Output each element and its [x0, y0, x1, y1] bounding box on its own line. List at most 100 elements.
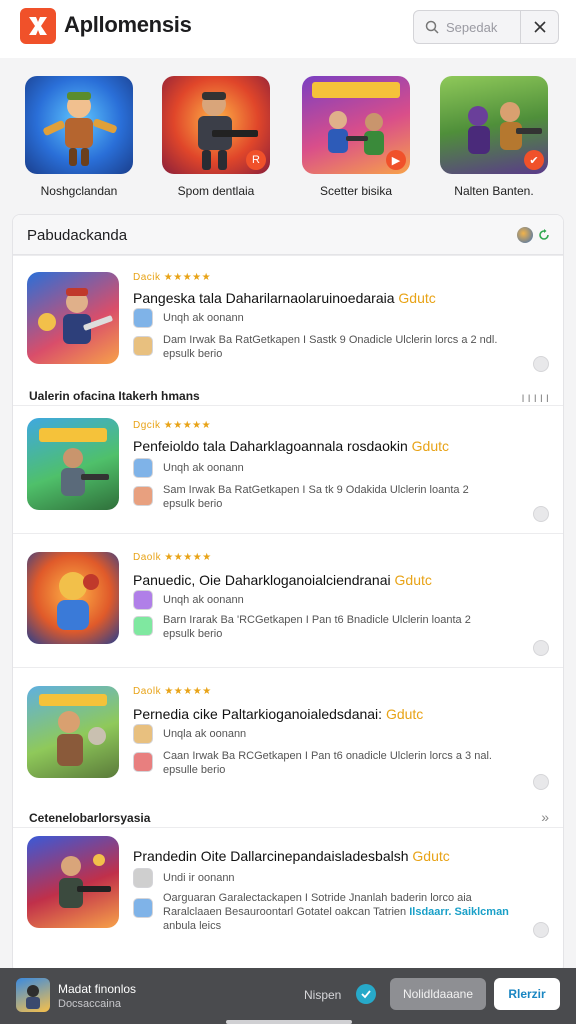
card-description-2: epsulk berio — [163, 498, 223, 510]
download-status: Nispen — [304, 988, 342, 1002]
card-title-accent: Gdutc — [411, 438, 449, 454]
card-description: Caan Irwak Ba RCGetkapen I Pan t6 onadic… — [163, 750, 492, 762]
featured-badge: R — [246, 150, 266, 170]
category-icon — [133, 752, 153, 772]
card-title-accent: Gdutc — [412, 848, 450, 864]
card-title[interactable]: Pangeska tala Daharilarnaolaruinoedaraia… — [133, 290, 436, 306]
card-title[interactable]: Penfeioldo tala Daharklagoannala rosdaok… — [133, 438, 449, 454]
home-indicator — [226, 1020, 352, 1024]
featured-item[interactable]: Noshgclandan — [21, 76, 137, 198]
secondary-action-button[interactable]: Nolidldaaane — [390, 978, 486, 1010]
featured-label: Noshgclandan — [40, 184, 118, 198]
soldier-character-icon — [59, 854, 111, 908]
card-description-3: anbula leics — [163, 920, 222, 932]
list-item[interactable]: Dgcik ★★★★★ Penfeioldo tala Daharklagoan… — [13, 405, 563, 533]
primary-action-button[interactable]: Rlerzir — [494, 978, 560, 1010]
category-icon — [133, 486, 153, 506]
developer-icon — [133, 868, 153, 888]
search-box[interactable]: Sepedak — [413, 10, 559, 44]
checkmark-icon — [361, 990, 371, 999]
card-title-accent: Gdutc — [385, 706, 424, 722]
results-panel: Pabudackanda Dacik ★★★★★ Pangeska tala D… — [12, 214, 564, 974]
app-header: Apllomensis Sepedak — [0, 0, 576, 58]
card-description-2: epsulk berio — [163, 628, 223, 640]
refresh-icon[interactable] — [537, 228, 551, 242]
list-item[interactable]: Prandedin Oite Dallarcinepandaisladesbal… — [13, 827, 563, 945]
download-title: Madat finonlos — [58, 982, 137, 996]
card-title-accent: Gdutc — [394, 572, 432, 588]
featured-item[interactable]: ✔ Nalten Banten. — [436, 76, 552, 198]
developer-name: Unqla ak oonann — [163, 728, 247, 740]
card-title-text: Prandedin Oite Dallarcinepandaisladesbal… — [133, 848, 409, 864]
card-title-accent: Gdutc — [398, 290, 436, 306]
section-meta: I I I I I — [521, 393, 549, 405]
app-title: Apllomensis — [64, 12, 192, 37]
search-icon — [425, 20, 439, 34]
rating-stars: Daolk ★★★★★ — [133, 686, 212, 697]
card-description: Barn Irarak Ba 'RCGetkapen I Pan t6 Bnad… — [163, 614, 471, 626]
download-subtitle: Docsaccaina — [58, 998, 121, 1010]
game-thumbnail[interactable] — [27, 418, 119, 510]
hero-character-icon — [38, 288, 113, 344]
card-description-2: Raralclaaen Besauroontarl Gotatel oakcan… — [163, 906, 509, 918]
featured-item[interactable]: ▶ Scetter bisika — [298, 76, 414, 198]
list-item[interactable]: Dacik ★★★★★ Pangeska tala Daharilarnaola… — [13, 255, 563, 383]
card-link[interactable]: Ilsdaarr. Saiklcman — [409, 906, 509, 918]
card-title[interactable]: Panuedic, Oie Daharkloganoialciendranai … — [133, 572, 432, 588]
chevron-right-icon[interactable]: » — [541, 809, 549, 825]
panel-header: Pabudackanda — [13, 215, 563, 255]
more-options-icon[interactable] — [533, 356, 549, 372]
avatar[interactable] — [517, 227, 533, 243]
close-icon[interactable] — [532, 19, 548, 35]
more-options-icon[interactable] — [533, 774, 549, 790]
card-description: Sam Irwak Ba RatGetkapen I Sa tk 9 Odaki… — [163, 484, 469, 496]
check-icon — [356, 984, 376, 1004]
search-divider — [520, 11, 521, 43]
card-title-text: Panuedic, Oie Daharkloganoialciendranai — [133, 572, 391, 588]
game-thumbnail[interactable] — [27, 552, 119, 644]
category-icon — [133, 336, 153, 356]
developer-name: Unqh ak oonann — [163, 462, 244, 474]
panel-title: Pabudackanda — [27, 227, 128, 244]
developer-icon — [133, 724, 153, 744]
featured-label: Nalten Banten. — [454, 184, 534, 198]
developer-icon — [133, 590, 153, 610]
game-thumbnail[interactable] — [27, 686, 119, 778]
card-title[interactable]: Prandedin Oite Dallarcinepandaisladesbal… — [133, 848, 450, 864]
list-item[interactable]: Daolk ★★★★★ Pernedia cike Paltarkioganoi… — [13, 667, 563, 801]
game-character-icon — [26, 985, 40, 1009]
developer-icon — [133, 308, 153, 328]
more-options-icon[interactable] — [533, 640, 549, 656]
card-description-2: epsulle berio — [163, 764, 226, 776]
more-options-icon[interactable] — [533, 922, 549, 938]
game-thumbnail[interactable] — [27, 272, 119, 364]
featured-thumbnail[interactable]: ✔ — [440, 76, 548, 174]
more-options-icon[interactable] — [533, 506, 549, 522]
card-description-2: epsulk berio — [163, 348, 223, 360]
list-item[interactable]: Daolk ★★★★★ Panuedic, Oie Daharkloganoia… — [13, 533, 563, 667]
card-title-text: Pernedia cike Paltarkioganoialedsdanai: — [133, 706, 383, 722]
download-bar: Madat finonlos Docsaccaina Nispen Nolidl… — [0, 968, 576, 1024]
rating-stars: Dgcik ★★★★★ — [133, 420, 212, 431]
warrior-character-icon — [39, 694, 107, 766]
card-description-2-text: Raralclaaen Besauroontarl Gotatel oakcan… — [163, 906, 407, 918]
app-logo[interactable] — [20, 8, 56, 44]
card-title-text: Pangeska tala Daharilarnaolaruinoedaraia — [133, 290, 395, 306]
featured-badge: ✔ — [524, 150, 544, 170]
hero-character-icon — [57, 572, 99, 630]
featured-thumbnail[interactable]: ▶ — [302, 76, 410, 174]
developer-name: Unqh ak oonann — [163, 594, 244, 606]
search-input[interactable]: Sepedak — [446, 20, 497, 35]
featured-item[interactable]: R Spom dentlaia — [158, 76, 274, 198]
rating-stars: Daolk ★★★★★ — [133, 552, 212, 563]
featured-thumbnail[interactable] — [25, 76, 133, 174]
card-title[interactable]: Pernedia cike Paltarkioganoialedsdanai: … — [133, 706, 423, 722]
robot-character-icon — [39, 428, 109, 496]
developer-icon — [133, 458, 153, 478]
hero-character-icon — [43, 92, 117, 166]
download-thumbnail[interactable] — [16, 978, 50, 1012]
featured-badge: ▶ — [386, 150, 406, 170]
developer-name: Unqh ak oonann — [163, 312, 244, 324]
game-thumbnail[interactable] — [27, 836, 119, 928]
featured-thumbnail[interactable]: R — [162, 76, 270, 174]
